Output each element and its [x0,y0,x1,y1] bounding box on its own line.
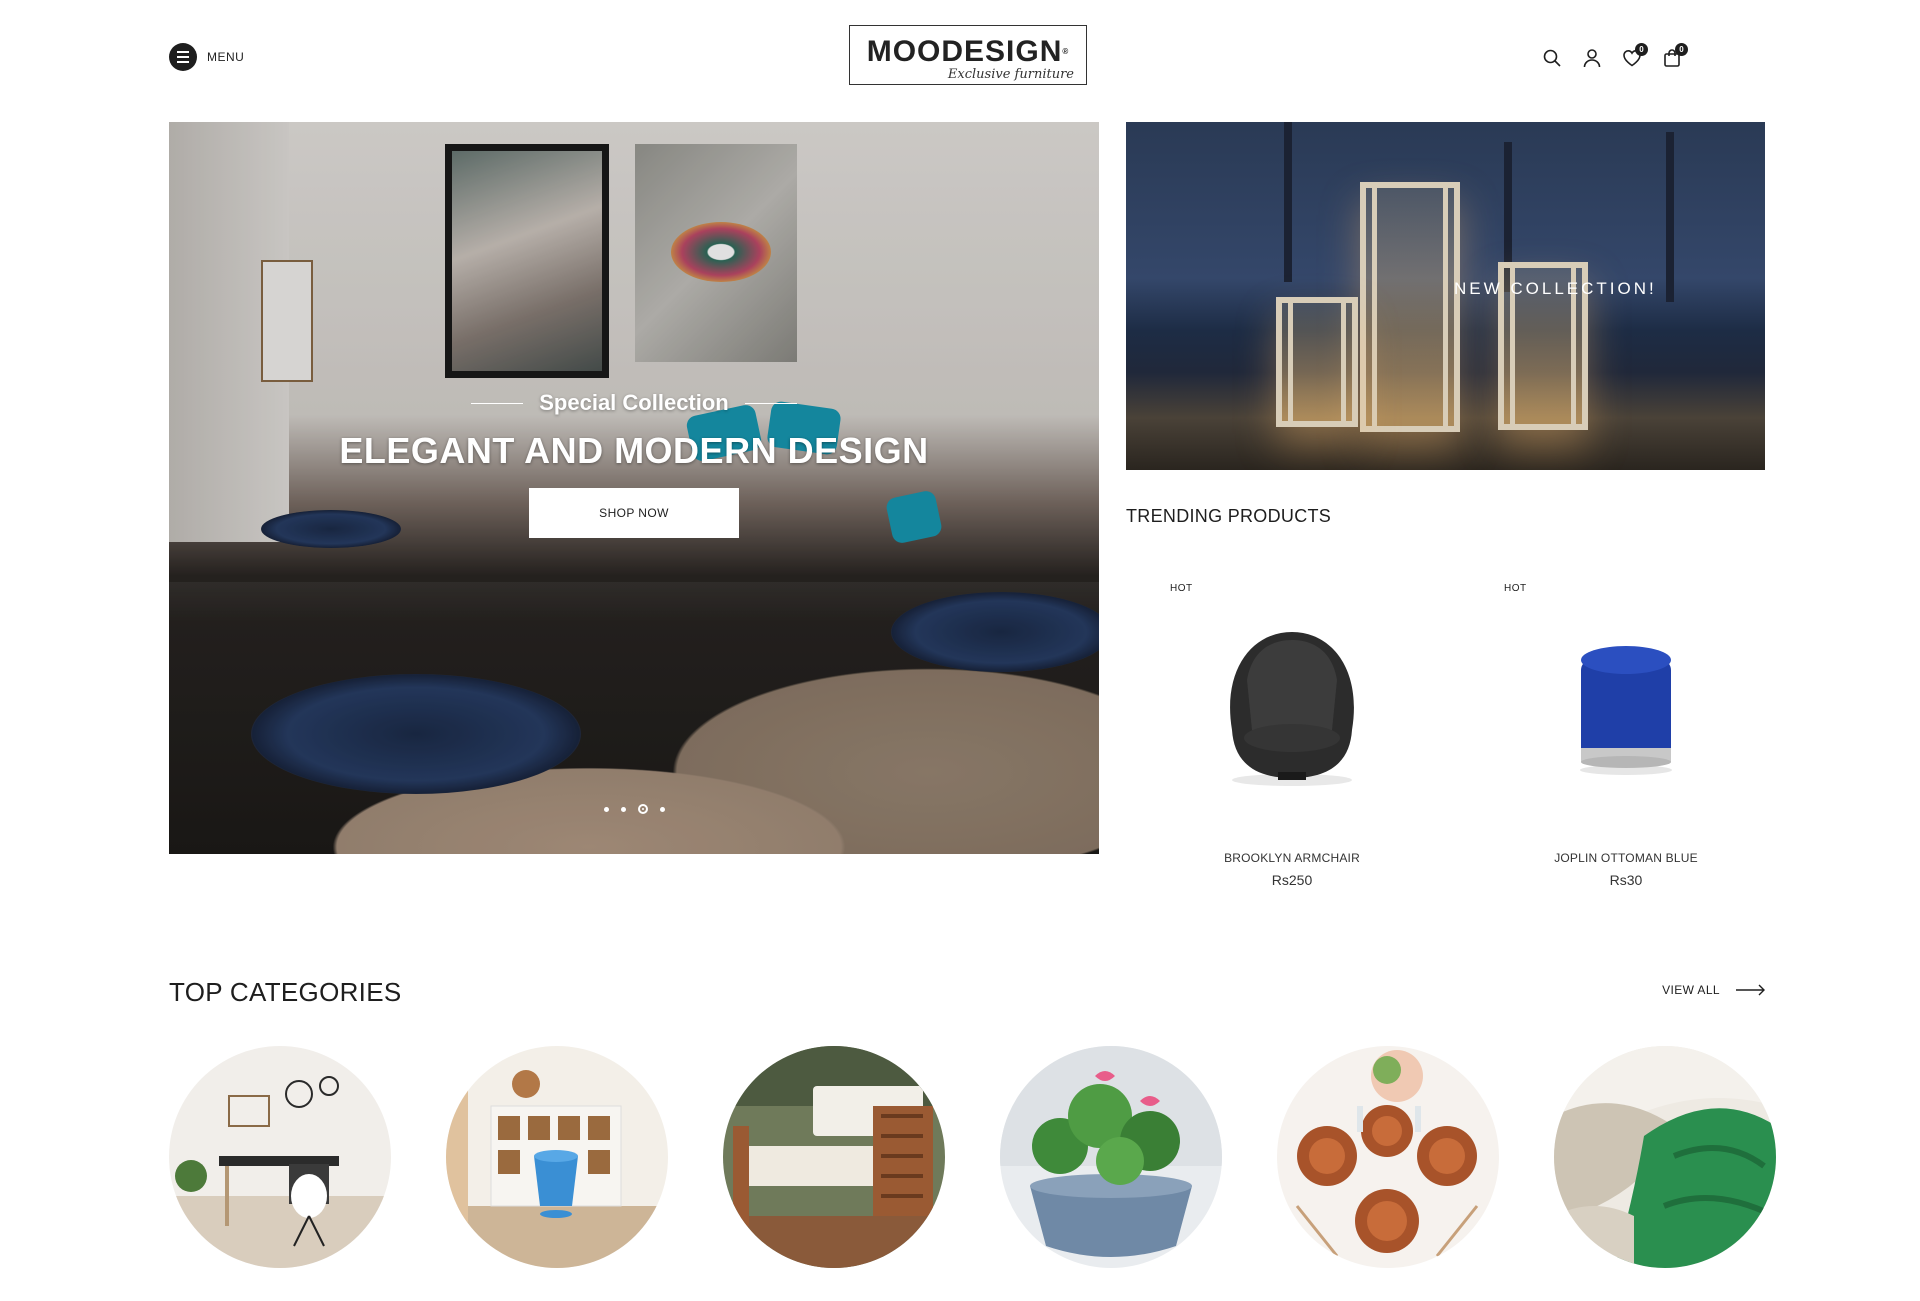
slider-dot[interactable] [603,806,609,812]
product-name[interactable]: JOPLIN OTTOMAN BLUE [1460,851,1792,865]
product-card[interactable]: HOT BROOKLYN ARMCHAIR Rs250 [1126,580,1458,890]
wishlist-count-badge: 0 [1635,43,1648,56]
logo-wordmark: MOODESIGN [866,35,1063,68]
slider-dot[interactable] [659,806,665,812]
product-price: Rs250 [1271,872,1313,888]
search-icon[interactable] [1542,48,1562,68]
category-outdoor[interactable] [723,1046,945,1268]
hero-subtitle: Special Collection [539,390,729,415]
product-card[interactable]: HOT JOPLIN OTTOMAN BLUE Rs30 [1460,580,1792,890]
promo-bg-lantern [1276,297,1358,427]
hot-badge: HOT [1504,583,1527,594]
promo-title: NEW COLLECTION! [1454,279,1657,298]
product-image-ottoman[interactable] [1526,610,1726,800]
slider-pagination [169,804,1099,814]
header-actions: 0 0 [1542,43,1688,68]
hero-slider: Special Collection ELEGANT AND MODERN DE… [169,122,1099,854]
user-icon[interactable] [1582,48,1602,68]
slider-dot-active[interactable] [637,804,648,814]
hero-content: Special Collection ELEGANT AND MODERN DE… [169,390,1099,538]
category-image-office [169,1046,391,1268]
view-all-link[interactable]: VIEW ALL [1662,983,1766,997]
new-collection-banner[interactable]: NEW COLLECTION! [1126,122,1765,470]
cart-icon[interactable]: 0 [1662,43,1688,68]
hero-title: ELEGANT AND MODERN DESIGN [339,430,929,471]
categories-title: TOP CATEGORIES [169,977,402,1007]
site-logo[interactable]: MOODESIGN® Exclusive furniture [849,25,1087,85]
category-image-tableware [1277,1046,1499,1268]
category-image-outdoor [723,1046,945,1268]
slider-dot[interactable] [620,806,626,812]
view-all-label: VIEW ALL [1662,983,1720,997]
trending-title: TRENDING PRODUCTS [1126,506,1332,526]
category-image-bedding [1554,1046,1776,1268]
category-list [169,1046,1776,1268]
promo-bg-lantern [1360,182,1460,432]
product-image-armchair[interactable] [1192,610,1392,800]
logo-registered: ® [1062,47,1070,56]
menu-label: MENU [207,50,245,64]
product-price: Rs30 [1609,872,1643,888]
category-office[interactable] [169,1046,391,1268]
arrow-right-icon [1736,984,1765,996]
menu-icon [169,43,197,71]
hero-subtitle-line [471,402,524,404]
category-image-kids [446,1046,668,1268]
hero-subtitle-line [744,402,797,404]
promo-bg-tree [1666,132,1674,302]
category-plants[interactable] [1000,1046,1222,1268]
heart-icon[interactable]: 0 [1622,43,1648,68]
promo-bg-tree [1284,122,1292,282]
logo-tagline: Exclusive furniture [947,67,1074,82]
hot-badge: HOT [1170,583,1193,594]
hero-subtitle-row: Special Collection [471,390,797,416]
product-name[interactable]: BROOKLYN ARMCHAIR [1126,851,1458,865]
category-tableware[interactable] [1277,1046,1499,1268]
category-image-plants [1000,1046,1222,1268]
menu-button[interactable]: MENU [169,43,244,71]
cart-count-badge: 0 [1675,43,1688,56]
category-bedding[interactable] [1554,1046,1776,1268]
shop-now-button[interactable]: SHOP NOW [529,488,739,538]
category-kids[interactable] [446,1046,668,1268]
